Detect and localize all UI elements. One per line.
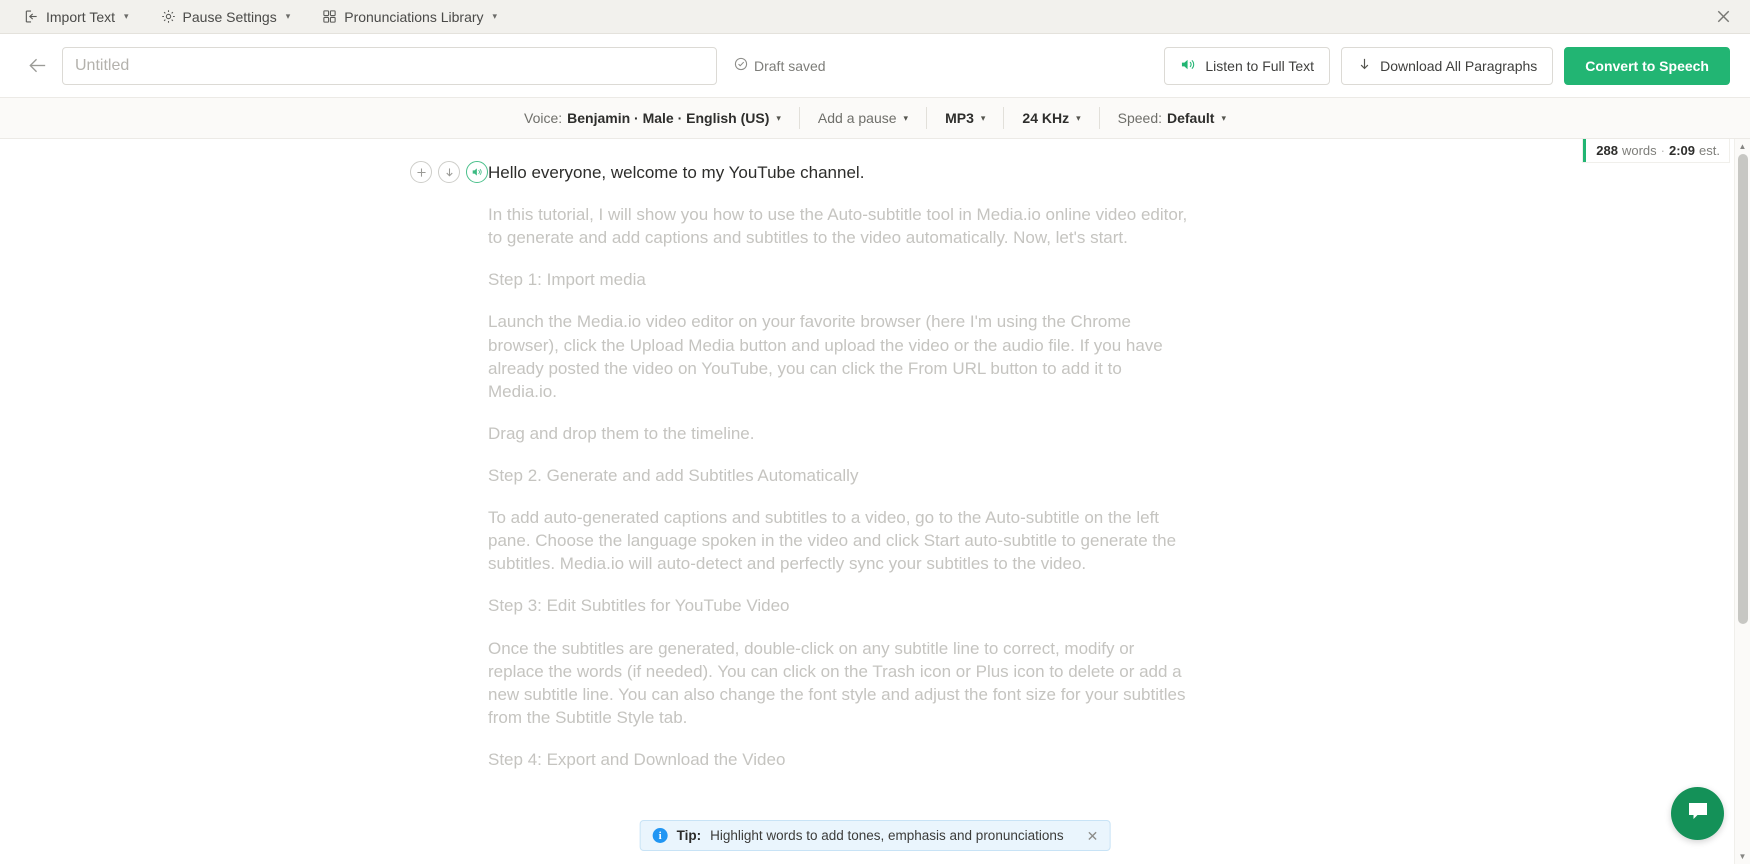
editor-area: 288 words · 2:09 est. Hello everyone, we…: [0, 139, 1750, 864]
paragraph-text: Launch the Media.io video editor on your…: [488, 312, 1163, 401]
paragraph[interactable]: Step 1: Import media: [488, 268, 1188, 291]
menu-item-pronunciations-library[interactable]: Pronunciations Library ▾: [312, 5, 507, 29]
voice-selector-label: Voice:: [524, 110, 563, 126]
header-bar: Draft saved Listen to Full Text Download…: [0, 34, 1750, 98]
audio-format-selector[interactable]: MP3 ▾: [927, 107, 1005, 129]
paragraph-text: Step 1: Import media: [488, 270, 646, 290]
word-count-unit: words: [1621, 143, 1657, 158]
play-paragraph-icon[interactable]: [466, 161, 488, 183]
check-circle-icon: [734, 57, 748, 74]
paragraph[interactable]: To add auto-generated captions and subti…: [488, 506, 1188, 575]
tip-toast: i Tip: Highlight words to add tones, emp…: [639, 820, 1111, 851]
paragraph[interactable]: Launch the Media.io video editor on your…: [488, 310, 1188, 402]
paragraph[interactable]: Step 2. Generate and add Subtitles Autom…: [488, 464, 1188, 487]
add-paragraph-icon[interactable]: [410, 161, 432, 183]
draft-saved-label: Draft saved: [754, 57, 826, 74]
add-pause-selector[interactable]: Add a pause ▾: [800, 107, 928, 129]
paragraph-text: Step 4: Export and Download the Video: [488, 749, 786, 769]
top-menu-bar: Import Text ▾ Pause Settings ▾ Pronuncia…: [0, 0, 1750, 34]
convert-to-speech-button[interactable]: Convert to Speech: [1564, 46, 1730, 85]
menu-item-label: Pronunciations Library: [344, 8, 484, 25]
tip-prefix: Tip:: [676, 828, 702, 843]
convert-button-label: Convert to Speech: [1585, 57, 1709, 74]
speed-selector-value: Default: [1167, 110, 1215, 126]
paragraph-text: Hello everyone, welcome to my YouTube ch…: [488, 163, 865, 182]
paragraph[interactable]: In this tutorial, I will show you how to…: [488, 203, 1188, 249]
tip-close-icon[interactable]: ✕: [1087, 829, 1099, 843]
paragraph[interactable]: Hello everyone, welcome to my YouTube ch…: [410, 161, 1188, 184]
audio-format-value: MP3: [945, 110, 974, 126]
scroll-down-arrow-icon[interactable]: ▼: [1735, 849, 1750, 864]
menu-item-import-text[interactable]: Import Text ▾: [14, 5, 139, 29]
download-all-paragraphs-button[interactable]: Download All Paragraphs: [1341, 46, 1554, 85]
estimated-duration-suffix: est.: [1699, 143, 1720, 158]
paragraph-text: Step 2. Generate and add Subtitles Autom…: [488, 465, 859, 485]
document-scroll-container[interactable]: Hello everyone, welcome to my YouTube ch…: [0, 139, 1750, 864]
tip-message: Highlight words to add tones, emphasis a…: [710, 828, 1064, 843]
speed-selector[interactable]: Speed: Default ▾: [1100, 107, 1244, 129]
paragraph[interactable]: Once the subtitles are generated, double…: [488, 637, 1188, 729]
add-pause-label: Add a pause: [817, 110, 897, 126]
sample-rate-value: 24 KHz: [1022, 110, 1070, 126]
paragraph[interactable]: Step 3: Edit Subtitles for YouTube Video: [488, 594, 1188, 617]
paragraph-text: Step 3: Edit Subtitles for YouTube Video: [488, 596, 790, 616]
paragraph-text: Once the subtitles are generated, double…: [488, 638, 1186, 727]
import-text-icon: [24, 9, 39, 24]
scroll-up-arrow-icon[interactable]: ▲: [1735, 139, 1750, 154]
download-paragraph-icon[interactable]: [438, 161, 460, 183]
chevron-down-icon: ▾: [1221, 112, 1226, 123]
vertical-scrollbar[interactable]: ▲ ▼: [1734, 139, 1750, 864]
chevron-down-icon: ▾: [285, 11, 291, 21]
info-icon: i: [652, 828, 668, 843]
listen-button-label: Listen to Full Text: [1205, 57, 1315, 74]
menu-item-pause-settings[interactable]: Pause Settings ▾: [151, 5, 301, 29]
chevron-down-icon: ▾: [776, 112, 781, 123]
paragraph-text: To add auto-generated captions and subti…: [488, 508, 1177, 574]
document-title-input[interactable]: [62, 46, 717, 85]
voice-toolbar-group: Voice: Benjamin · Male · English (US) ▾ …: [506, 98, 1244, 139]
grid-icon: [322, 9, 337, 24]
chevron-down-icon: ▾: [492, 11, 498, 21]
paragraph[interactable]: Drag and drop them to the timeline.: [488, 422, 1188, 445]
speed-selector-label: Speed:: [1117, 110, 1162, 126]
paragraph-text: In this tutorial, I will show you how to…: [488, 205, 1188, 248]
sample-rate-selector[interactable]: 24 KHz ▾: [1004, 107, 1100, 129]
scrollbar-thumb[interactable]: [1738, 154, 1748, 624]
speaker-icon: [1180, 57, 1197, 75]
voice-selector-value: Benjamin · Male · English (US): [567, 110, 770, 126]
document-body: Hello everyone, welcome to my YouTube ch…: [410, 161, 1188, 771]
chevron-down-icon: ▾: [1076, 112, 1081, 123]
menu-item-label: Pause Settings: [182, 8, 277, 25]
chevron-down-icon: ▾: [124, 11, 129, 21]
word-count-number: 288: [1596, 143, 1618, 158]
download-icon: [1357, 57, 1372, 75]
download-button-label: Download All Paragraphs: [1380, 57, 1538, 74]
chevron-down-icon: ▾: [903, 112, 909, 123]
voice-toolbar: Voice: Benjamin · Male · English (US) ▾ …: [0, 98, 1750, 139]
chat-support-button[interactable]: [1671, 787, 1724, 840]
voice-selector[interactable]: Voice: Benjamin · Male · English (US) ▾: [506, 107, 800, 129]
chat-bubble-icon: [1685, 798, 1711, 829]
estimated-duration: 2:09: [1669, 143, 1696, 158]
paragraph[interactable]: Step 4: Export and Download the Video: [488, 748, 1188, 771]
close-icon[interactable]: [1710, 4, 1736, 30]
menu-item-label: Import Text: [46, 8, 115, 25]
word-count-separator: ·: [1660, 143, 1665, 158]
paragraph-controls: [410, 161, 488, 183]
chevron-down-icon: ▾: [980, 112, 986, 123]
gear-icon: [161, 9, 176, 24]
back-arrow-icon[interactable]: [20, 49, 54, 83]
draft-saved-status: Draft saved: [734, 57, 826, 74]
paragraph-text: Drag and drop them to the timeline.: [488, 423, 755, 443]
word-count-badge: 288 words · 2:09 est.: [1583, 139, 1729, 162]
listen-to-full-text-button[interactable]: Listen to Full Text: [1164, 46, 1331, 85]
